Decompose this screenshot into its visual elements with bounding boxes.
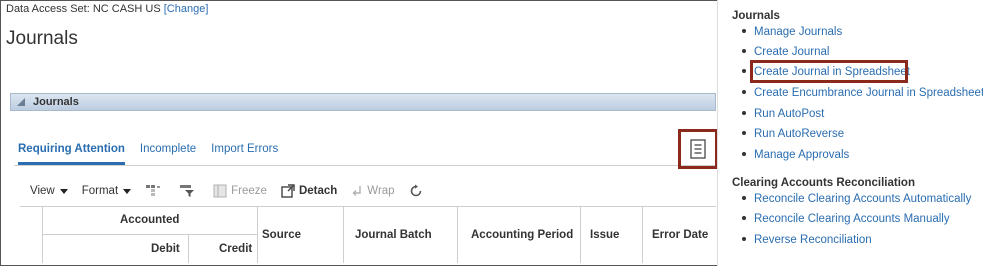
menu-item-label: Manage Journals: [754, 26, 843, 38]
filter-icon: [180, 185, 195, 197]
detach-label: Detach: [298, 185, 338, 197]
column-divider: [257, 207, 258, 263]
group-header-divider: [42, 234, 257, 235]
bullet-icon: [742, 130, 746, 135]
menu-item-label: Reverse Reconciliation: [754, 234, 872, 246]
freeze-label: Freeze: [231, 185, 267, 197]
freeze-icon: [213, 184, 227, 198]
format-menu[interactable]: Format: [81, 185, 132, 197]
menu-item-reverse-reconciliation[interactable]: Reverse Reconciliation: [742, 234, 872, 246]
bullet-icon: [742, 48, 746, 53]
menu-item-create-journal[interactable]: Create Journal: [742, 46, 829, 58]
data-access-value: NC CASH US: [92, 3, 161, 15]
menu-item-label: Run AutoReverse: [754, 128, 845, 140]
panel-title: Journals: [33, 96, 79, 108]
wrap-button[interactable]: Wrap: [351, 185, 395, 197]
collapse-triangle-icon[interactable]: [17, 98, 25, 106]
chevron-down-icon: [59, 188, 68, 194]
columns-button[interactable]: [145, 184, 165, 198]
menu-item-manage-journals[interactable]: Manage Journals: [742, 26, 842, 38]
menu-item-label: Reconcile Clearing Accounts Automaticall…: [754, 193, 972, 205]
columns-icon: [146, 185, 161, 196]
credit-column-header[interactable]: Credit: [219, 243, 252, 255]
menu-item-label: Create Journal: [754, 46, 830, 58]
journals-heading: Journals: [732, 10, 780, 22]
bullet-icon: [742, 68, 746, 73]
chevron-down-icon: [123, 188, 132, 194]
change-link[interactable]: [Change]: [164, 3, 209, 15]
refresh-button[interactable]: [409, 184, 427, 198]
menu-item-label: Manage Approvals: [754, 149, 850, 161]
tasks-panel-button[interactable]: [678, 129, 718, 169]
issue-column-header[interactable]: Issue: [590, 229, 619, 241]
column-divider: [580, 207, 581, 263]
view-label: View: [30, 185, 55, 197]
debit-column-header[interactable]: Debit: [151, 243, 180, 255]
bullet-icon: [742, 215, 746, 220]
menu-item-run-autopost[interactable]: Run AutoPost: [742, 108, 824, 120]
column-divider: [42, 207, 43, 263]
bullet-icon: [742, 110, 746, 115]
accounting-period-column-header[interactable]: Accounting Period: [471, 229, 573, 241]
clearing-accounts-heading: Clearing Accounts Reconciliation: [732, 177, 915, 189]
error-date-column-header[interactable]: Error Date: [652, 229, 708, 241]
journal-tabs: Requiring Attention Incomplete Import Er…: [18, 143, 293, 165]
callout-highlight-box: [750, 60, 908, 83]
column-divider: [188, 235, 189, 263]
tab-import-errors[interactable]: Import Errors: [211, 143, 278, 165]
detach-button[interactable]: Detach: [281, 184, 337, 198]
data-access-set: Data Access Set: NC CASH US [Change]: [6, 3, 208, 15]
bullet-icon: [742, 89, 746, 94]
page-title: Journals: [6, 28, 78, 49]
wrap-label: Wrap: [367, 185, 395, 197]
column-divider: [343, 207, 344, 263]
menu-item-run-autoreverse[interactable]: Run AutoReverse: [742, 128, 844, 140]
column-divider: [457, 207, 458, 263]
menu-item-label: Create Encumbrance Journal in Spreadshee…: [754, 87, 983, 99]
bullet-icon: [742, 195, 746, 200]
freeze-button[interactable]: Freeze: [213, 184, 267, 198]
journals-table-header: Accounted Debit Credit Source Journal Ba…: [20, 206, 716, 263]
table-toolbar: View Format Freeze Detach Wrap: [30, 182, 441, 200]
format-label: Format: [81, 185, 119, 197]
detach-icon: [281, 184, 295, 198]
tab-incomplete[interactable]: Incomplete: [140, 143, 196, 165]
data-access-label: Data Access Set:: [6, 3, 90, 15]
query-by-example-button[interactable]: [179, 184, 199, 198]
menu-item-label: Reconcile Clearing Accounts Manually: [754, 213, 950, 225]
wrap-icon: [352, 186, 361, 196]
menu-item-manage-approvals[interactable]: Manage Approvals: [742, 149, 849, 161]
source-column-header[interactable]: Source: [262, 229, 301, 241]
view-menu[interactable]: View: [30, 185, 68, 197]
tab-divider: [14, 165, 716, 166]
menu-item-reconcile-manually[interactable]: Reconcile Clearing Accounts Manually: [742, 213, 950, 225]
tab-requiring-attention[interactable]: Requiring Attention: [18, 143, 125, 165]
document-icon: [690, 139, 706, 159]
journal-batch-column-header[interactable]: Journal Batch: [355, 229, 432, 241]
menu-item-reconcile-automatically[interactable]: Reconcile Clearing Accounts Automaticall…: [742, 193, 971, 205]
accounted-group-header: Accounted: [120, 214, 180, 226]
column-divider: [642, 207, 643, 263]
refresh-icon: [410, 184, 421, 197]
bullet-icon: [742, 151, 746, 156]
bullet-icon: [742, 28, 746, 33]
menu-item-create-encumbrance-journal[interactable]: Create Encumbrance Journal in Spreadshee…: [742, 87, 983, 99]
journals-panel-header[interactable]: Journals: [10, 93, 716, 111]
tasks-panel: Journals Manage Journals Create Journal …: [717, 0, 983, 266]
bullet-icon: [742, 236, 746, 241]
menu-item-label: Run AutoPost: [754, 108, 825, 120]
